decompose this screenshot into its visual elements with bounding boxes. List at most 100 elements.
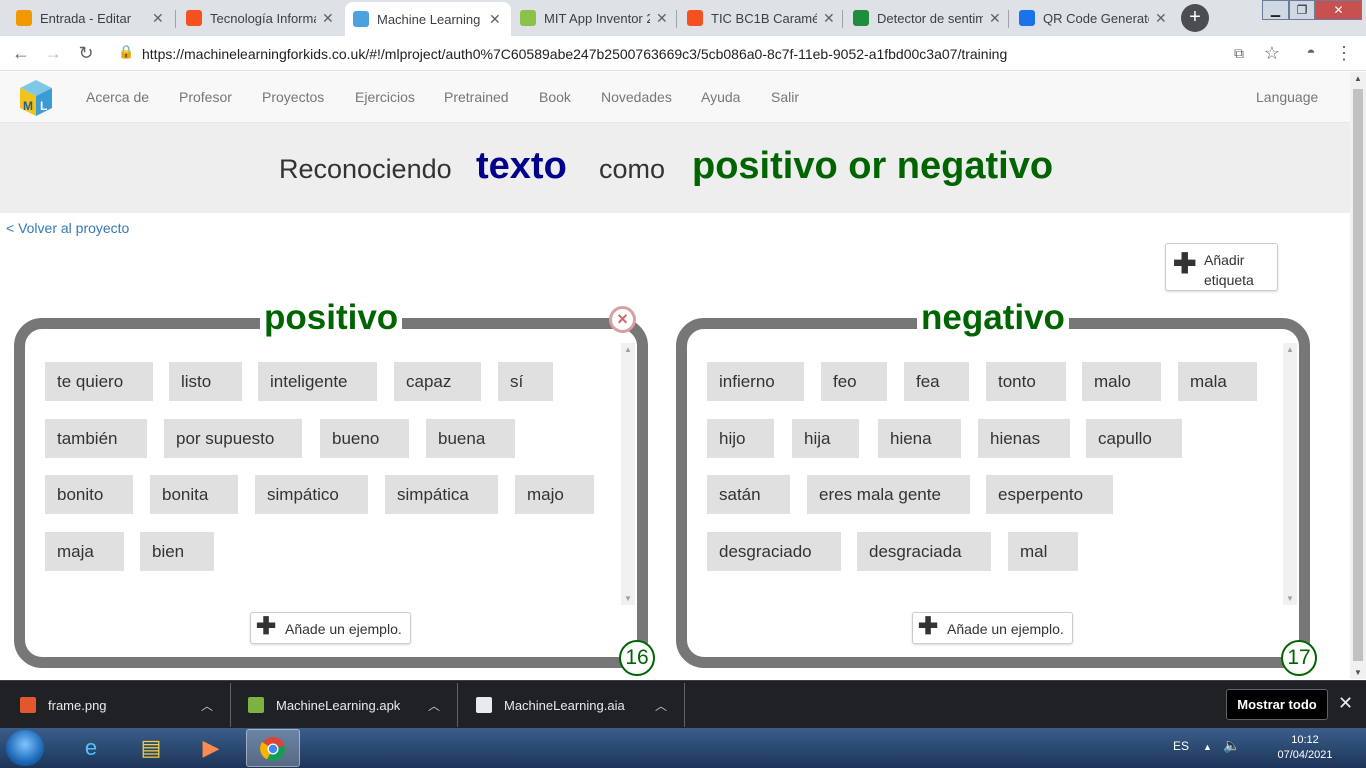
browser-tab[interactable]: TIC BC1B Caramés ✕ bbox=[679, 4, 843, 32]
browser-tab[interactable]: Entrada - Editar ✕ bbox=[8, 4, 172, 32]
scroll-up-icon[interactable]: ▲ bbox=[1283, 345, 1297, 354]
internet-explorer-icon[interactable]: e bbox=[64, 729, 118, 767]
example-chip[interactable]: inteligente bbox=[258, 362, 377, 401]
bucket-scrollbar[interactable]: ▲ ▼ bbox=[621, 343, 635, 605]
add-label-button[interactable]: ✚ Añadir etiqueta bbox=[1165, 243, 1278, 291]
reload-icon[interactable]: ↻ bbox=[73, 40, 99, 66]
example-chip[interactable]: capaz bbox=[394, 362, 481, 401]
nav-language[interactable]: Language bbox=[1256, 89, 1318, 105]
example-chip[interactable]: simpático bbox=[255, 475, 368, 514]
example-chip[interactable]: hijo bbox=[707, 419, 774, 458]
scroll-up-icon[interactable]: ▲ bbox=[621, 345, 635, 354]
example-chip[interactable]: listo bbox=[169, 362, 242, 401]
scrollbar-thumb[interactable] bbox=[1353, 89, 1363, 661]
example-chip[interactable]: simpática bbox=[385, 475, 498, 514]
browser-tab[interactable]: MIT App Inventor 2 ✕ bbox=[512, 4, 676, 32]
example-chip[interactable]: por supuesto bbox=[164, 419, 302, 458]
download-item[interactable]: MachineLearning.apk ︿ bbox=[248, 681, 448, 729]
example-chip[interactable]: satán bbox=[707, 475, 790, 514]
menu-dots-icon[interactable]: ⋮ bbox=[1331, 40, 1357, 66]
add-example-button-positivo[interactable]: ✚ Añade un ejemplo. bbox=[250, 612, 411, 644]
chevron-up-icon[interactable]: ︿ bbox=[428, 697, 440, 714]
example-chip[interactable]: fea bbox=[904, 362, 969, 401]
download-item[interactable]: frame.png ︿ bbox=[20, 681, 220, 729]
example-chip[interactable]: desgraciada bbox=[857, 532, 991, 571]
close-icon[interactable]: ✕ bbox=[656, 10, 668, 27]
example-chip[interactable]: sí bbox=[498, 362, 553, 401]
page-scrollbar[interactable]: ▲ ▼ bbox=[1350, 72, 1366, 679]
example-chip[interactable]: bonito bbox=[45, 475, 133, 514]
forward-arrow-icon[interactable]: → bbox=[40, 40, 66, 66]
example-chip[interactable]: mala bbox=[1178, 362, 1257, 401]
language-indicator[interactable]: ES bbox=[1173, 739, 1189, 753]
browser-tab-active[interactable]: Machine Learning f ✕ bbox=[345, 2, 511, 36]
nav-logout[interactable]: Salir bbox=[771, 89, 799, 105]
browser-tab[interactable]: QR Code Generator ✕ bbox=[1011, 4, 1175, 32]
volume-icon[interactable]: 🔈 bbox=[1223, 737, 1240, 754]
close-icon[interactable]: ✕ bbox=[322, 10, 334, 27]
chrome-icon[interactable] bbox=[246, 729, 300, 767]
media-player-icon[interactable]: ▶ bbox=[184, 729, 238, 767]
address-bar[interactable]: 🔒 https://machinelearningforkids.co.uk/#… bbox=[108, 39, 1294, 68]
maximize-button[interactable]: ❐ bbox=[1289, 0, 1315, 20]
ml-logo[interactable]: M L bbox=[18, 78, 54, 118]
bucket-scrollbar[interactable]: ▲ ▼ bbox=[1283, 343, 1297, 605]
nav-news[interactable]: Novedades bbox=[601, 89, 672, 105]
example-chip[interactable]: maja bbox=[45, 532, 124, 571]
example-chip[interactable]: mal bbox=[1008, 532, 1078, 571]
close-icon[interactable]: ✕ bbox=[152, 10, 164, 27]
star-icon[interactable]: ☆ bbox=[1259, 40, 1285, 66]
example-chip[interactable]: bonita bbox=[150, 475, 238, 514]
minimize-button[interactable]: ▁ bbox=[1262, 0, 1289, 20]
scroll-down-icon[interactable]: ▼ bbox=[621, 594, 635, 603]
chevron-up-icon[interactable]: ︿ bbox=[655, 697, 667, 714]
nav-book[interactable]: Book bbox=[539, 89, 571, 105]
example-chip[interactable]: también bbox=[45, 419, 147, 458]
example-chip[interactable]: infierno bbox=[707, 362, 804, 401]
example-chip[interactable]: desgraciado bbox=[707, 532, 841, 571]
window-close-button[interactable]: ✕ bbox=[1315, 0, 1362, 20]
example-chip[interactable]: buena bbox=[426, 419, 515, 458]
delete-label-icon[interactable]: × bbox=[609, 306, 636, 333]
nav-teacher[interactable]: Profesor bbox=[179, 89, 232, 105]
tray-expand-icon[interactable]: ▲ bbox=[1203, 742, 1212, 752]
back-to-project-link[interactable]: < Volver al proyecto bbox=[6, 220, 129, 236]
back-arrow-icon[interactable]: ← bbox=[8, 40, 34, 66]
close-icon[interactable]: ✕ bbox=[989, 10, 1001, 27]
example-chip[interactable]: hija bbox=[792, 419, 859, 458]
scroll-down-icon[interactable]: ▼ bbox=[1350, 668, 1366, 677]
example-chip[interactable]: esperpento bbox=[986, 475, 1113, 514]
nav-projects[interactable]: Proyectos bbox=[262, 89, 324, 105]
example-chip[interactable]: feo bbox=[821, 362, 887, 401]
start-button[interactable] bbox=[6, 730, 44, 766]
example-chip[interactable]: hienas bbox=[978, 419, 1070, 458]
nav-about[interactable]: Acerca de bbox=[86, 89, 149, 105]
browser-tab[interactable]: Tecnología Informa ✕ bbox=[178, 4, 342, 32]
close-icon[interactable]: ✕ bbox=[823, 10, 835, 27]
scroll-down-icon[interactable]: ▼ bbox=[1283, 594, 1297, 603]
example-chip[interactable]: tonto bbox=[986, 362, 1066, 401]
file-explorer-icon[interactable]: ▤ bbox=[124, 729, 178, 767]
show-all-downloads-button[interactable]: Mostrar todo bbox=[1226, 689, 1328, 720]
translate-icon[interactable]: ⧉ bbox=[1226, 40, 1252, 66]
close-icon[interactable]: ✕ bbox=[1338, 693, 1353, 714]
example-chip[interactable]: hiena bbox=[878, 419, 961, 458]
nav-worksheets[interactable]: Ejercicios bbox=[355, 89, 415, 105]
scroll-up-icon[interactable]: ▲ bbox=[1350, 74, 1366, 83]
example-chip[interactable]: majo bbox=[515, 475, 594, 514]
system-clock[interactable]: 10:12 07/04/2021 bbox=[1270, 733, 1340, 763]
browser-tab[interactable]: Detector de sentim ✕ bbox=[845, 4, 1009, 32]
chevron-up-icon[interactable]: ︿ bbox=[201, 697, 213, 714]
example-chip[interactable]: bien bbox=[140, 532, 214, 571]
add-example-button-negativo[interactable]: ✚ Añade un ejemplo. bbox=[912, 612, 1073, 644]
example-chip[interactable]: bueno bbox=[320, 419, 409, 458]
example-chip[interactable]: te quiero bbox=[45, 362, 153, 401]
download-item[interactable]: MachineLearning.aia ︿ bbox=[476, 681, 676, 729]
nav-help[interactable]: Ayuda bbox=[701, 89, 740, 105]
example-chip[interactable]: capullo bbox=[1086, 419, 1182, 458]
example-chip[interactable]: eres mala gente bbox=[807, 475, 970, 514]
incognito-icon[interactable]: ◓ bbox=[1298, 40, 1324, 66]
nav-pretrained[interactable]: Pretrained bbox=[444, 89, 509, 105]
close-icon[interactable]: ✕ bbox=[1155, 10, 1167, 27]
example-chip[interactable]: malo bbox=[1082, 362, 1161, 401]
